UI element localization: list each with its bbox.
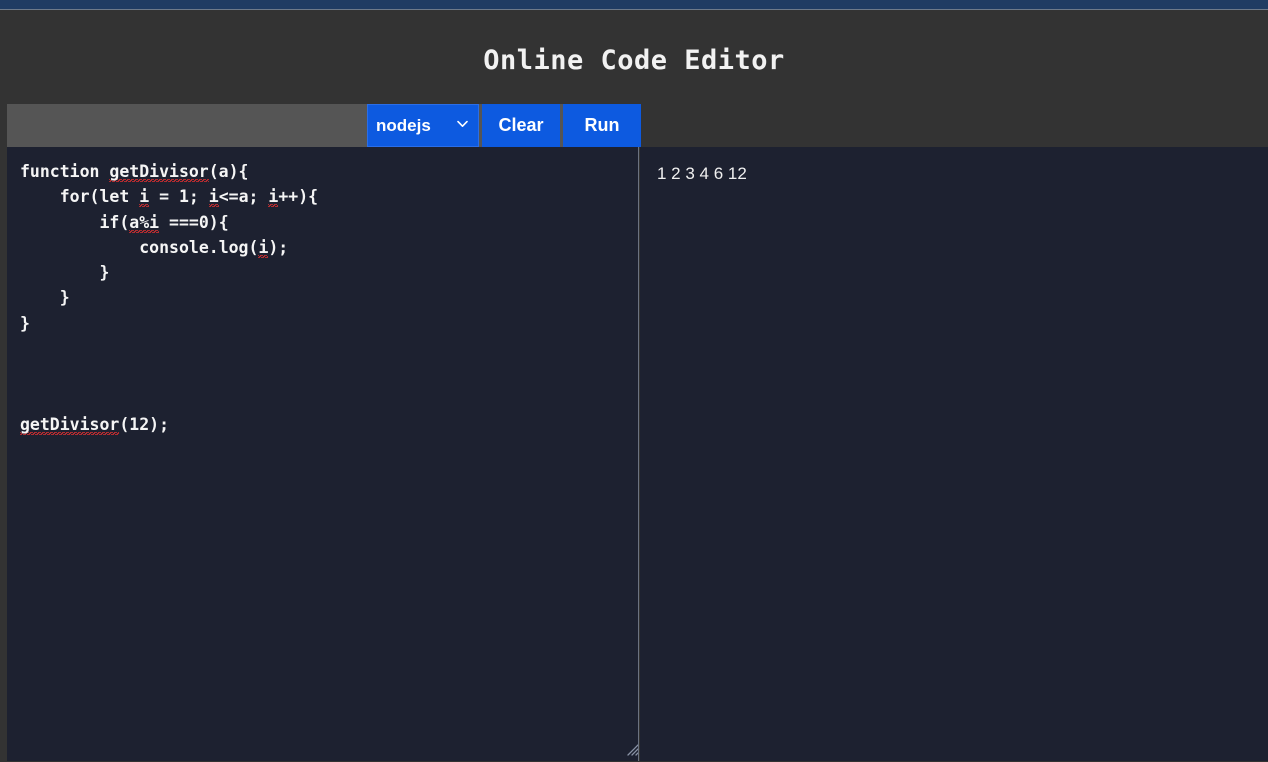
spellcheck-underline: i: [268, 187, 279, 208]
editor-toolbar: nodejs Clear Run: [7, 104, 641, 147]
spellcheck-underline: a%i: [129, 212, 160, 233]
page-title: Online Code Editor: [483, 45, 785, 76]
app-page: Online Code Editor nodejs Clear Run func…: [0, 11, 1268, 762]
browser-chrome-bar: [0, 0, 1268, 10]
spellcheck-underline: getDivisor: [109, 162, 209, 182]
resize-grip-icon[interactable]: [626, 743, 638, 757]
code-editor-content[interactable]: function getDivisor(a){ for(let i = 1; i…: [7, 147, 638, 437]
spellcheck-underline: i: [139, 187, 150, 208]
clear-button[interactable]: Clear: [482, 104, 560, 147]
spellcheck-underline: i: [208, 187, 219, 208]
language-select[interactable]: nodejs: [367, 104, 479, 147]
chevron-down-icon: [457, 120, 470, 131]
code-editor[interactable]: function getDivisor(a){ for(let i = 1; i…: [7, 147, 639, 761]
language-select-value: nodejs: [376, 115, 431, 135]
work-area: function getDivisor(a){ for(let i = 1; i…: [7, 147, 1268, 762]
output-text: 1 2 3 4 6 12: [657, 164, 747, 183]
spellcheck-underline: getDivisor: [20, 414, 120, 435]
run-button[interactable]: Run: [563, 104, 641, 147]
output-panel: 1 2 3 4 6 12: [640, 147, 1268, 761]
spellcheck-underline: i: [258, 237, 269, 258]
